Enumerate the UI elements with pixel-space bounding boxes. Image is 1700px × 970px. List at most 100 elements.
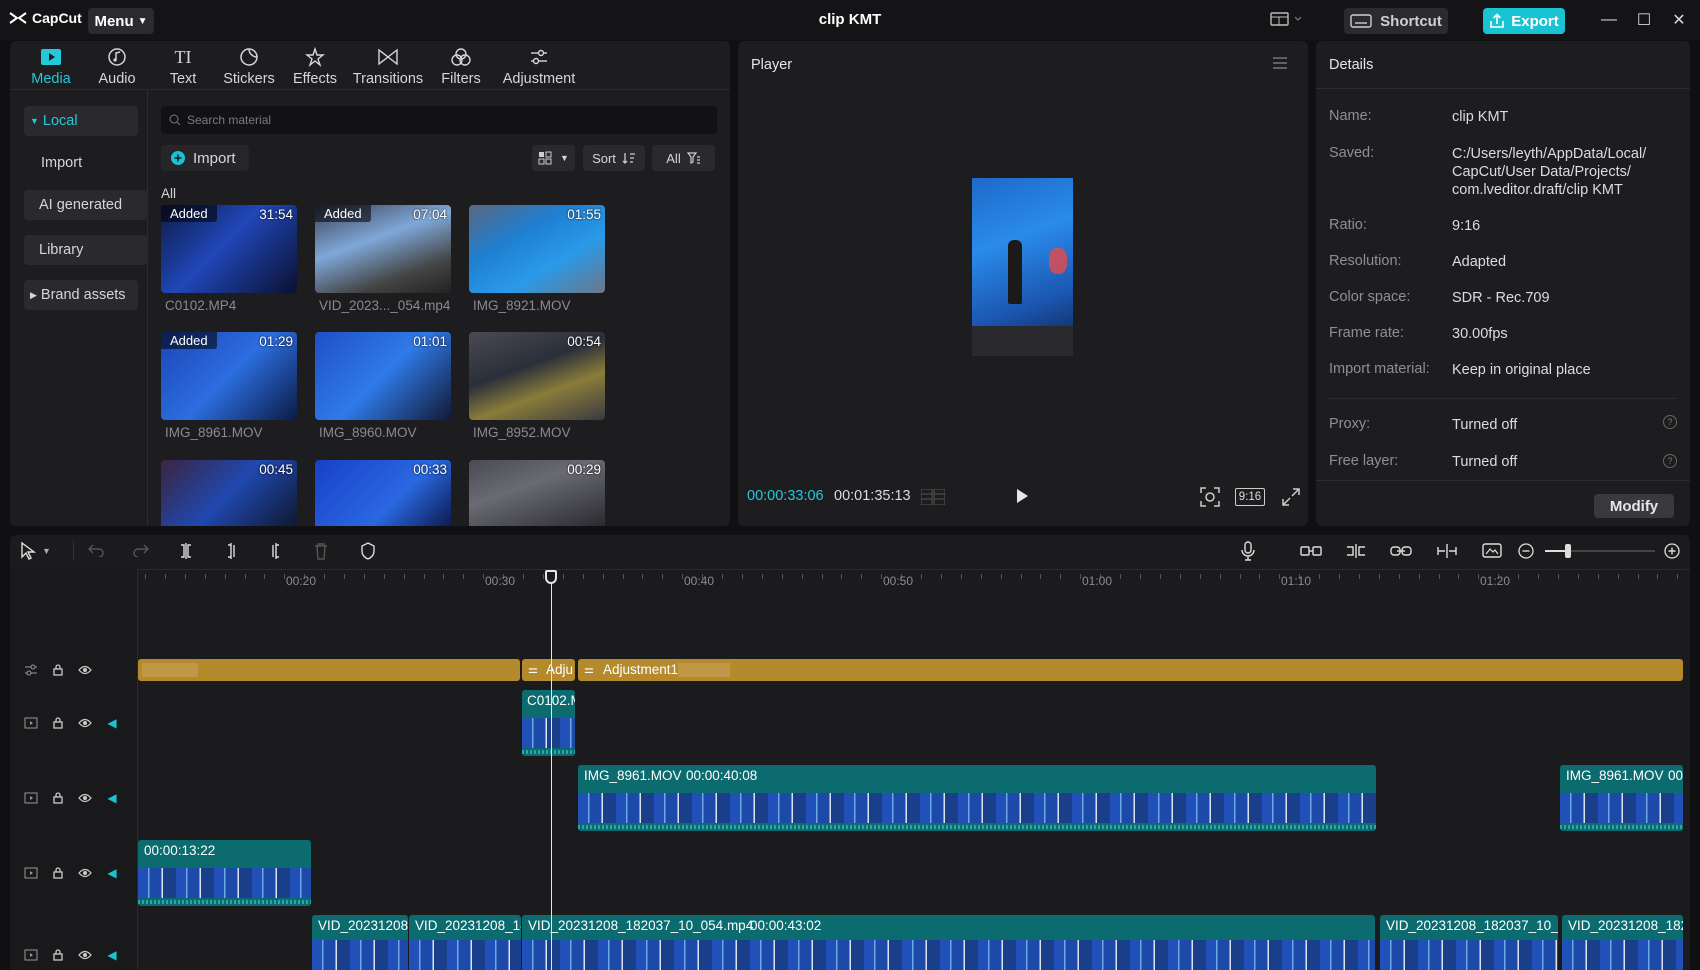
added-badge: Added	[161, 205, 217, 222]
thumb-name: IMG_8960.MOV	[319, 425, 417, 440]
lock-icon[interactable]	[49, 661, 67, 679]
proxy-help-icon[interactable]: ?	[1663, 415, 1677, 429]
eye-icon[interactable]	[76, 661, 94, 679]
zoom-out-icon[interactable]	[1518, 543, 1534, 564]
media-thumb-9[interactable]: 00:29	[469, 460, 605, 526]
media-thumb-c0102[interactable]: Added 31:54	[161, 205, 297, 293]
adjustment-clip-3[interactable]: ⚌ Adjustment1	[578, 659, 1683, 681]
adjustment-clip-2[interactable]: Adju ⚌	[522, 659, 575, 681]
tab-adjustment[interactable]: Adjustment	[494, 41, 584, 89]
minimize-icon[interactable]: —	[1599, 10, 1619, 30]
media-thumb-img8961[interactable]: Added 01:29	[161, 332, 297, 420]
delete-icon[interactable]	[313, 542, 329, 565]
freelayer-help-icon[interactable]: ?	[1663, 454, 1677, 468]
video-clip-img8961-a[interactable]: IMG_8961.MOV 00:00:40:08	[578, 765, 1376, 831]
sidebar-item-brand-assets[interactable]: ▶ Brand assets	[24, 280, 138, 310]
hamburger-menu-icon[interactable]	[1272, 56, 1288, 75]
media-thumb-img8921[interactable]: 01:55	[469, 205, 605, 293]
microphone-icon[interactable]	[1240, 541, 1256, 566]
audio-mute-icon[interactable]: ◀	[103, 789, 121, 807]
video-clip-img8961-b[interactable]: IMG_8961.MOV 00	[1560, 765, 1683, 831]
ratio-button[interactable]: 9:16	[1235, 488, 1265, 506]
media-thumb-img8960[interactable]: 01:01	[315, 332, 451, 420]
sidebar-item-ai-generated[interactable]: AI generated	[24, 190, 147, 220]
stickers-icon	[239, 46, 259, 68]
zoom-in-icon[interactable]	[1664, 543, 1680, 564]
audio-mute-icon[interactable]: ◀	[103, 946, 121, 964]
view-mode-button[interactable]: ▼	[532, 145, 575, 171]
tab-text[interactable]: TI Text	[150, 41, 216, 89]
sort-button[interactable]: Sort	[583, 145, 645, 171]
tab-stickers[interactable]: Stickers	[216, 41, 282, 89]
main-clip-vid3[interactable]: VID_20231208_182037_10_054.mp4 00:00:43:…	[522, 915, 1375, 970]
main-clip-vid2[interactable]: VID_20231208_18	[409, 915, 521, 970]
lock-icon[interactable]	[49, 789, 67, 807]
modify-button[interactable]: Modify	[1594, 494, 1674, 518]
lock-icon[interactable]	[49, 946, 67, 964]
tab-media[interactable]: Media	[18, 41, 84, 89]
sidebar-item-import[interactable]: Import	[24, 148, 149, 178]
main-clip-vid4[interactable]: VID_20231208_182037_10_0	[1380, 915, 1558, 970]
eye-icon[interactable]	[76, 714, 94, 732]
shortcut-button[interactable]: Shortcut	[1344, 8, 1448, 34]
search-input[interactable]: Search material	[161, 106, 717, 134]
shield-icon[interactable]	[360, 542, 376, 565]
sidebar-item-library[interactable]: Library	[24, 235, 147, 265]
maximize-icon[interactable]: ☐	[1634, 10, 1654, 30]
eye-icon[interactable]	[76, 789, 94, 807]
audio-mute-icon[interactable]: ◀	[103, 714, 121, 732]
audio-icon	[107, 46, 127, 68]
playhead-line[interactable]	[551, 570, 552, 970]
linkage-icon[interactable]	[1390, 544, 1412, 563]
video-clip-short[interactable]: 00:00:13:22	[138, 840, 311, 906]
lock-icon[interactable]	[49, 864, 67, 882]
layout-icon[interactable]	[1270, 11, 1306, 32]
tab-transitions[interactable]: Transitions	[348, 41, 428, 89]
magnet-snap-icon[interactable]	[1345, 543, 1367, 564]
import-button[interactable]: Import	[161, 145, 249, 171]
split-icon[interactable]	[178, 542, 194, 565]
filter-all-button[interactable]: All	[652, 145, 715, 171]
timeline-ruler[interactable]	[138, 569, 1690, 593]
player-preview[interactable]	[972, 178, 1073, 356]
fullscreen-icon[interactable]	[1282, 488, 1300, 511]
lock-icon[interactable]	[49, 714, 67, 732]
main-clip-vid1[interactable]: VID_20231208_	[312, 915, 408, 970]
eye-icon[interactable]	[76, 946, 94, 964]
close-icon[interactable]: ✕	[1669, 10, 1689, 30]
tab-audio[interactable]: Audio	[84, 41, 150, 89]
zoom-slider-handle[interactable]	[1565, 544, 1571, 558]
playhead-handle[interactable]	[545, 570, 557, 584]
tab-filters[interactable]: Filters	[428, 41, 494, 89]
play-icon[interactable]	[1015, 488, 1029, 509]
media-thumb-img8952[interactable]: 00:54	[469, 332, 605, 420]
zoom-slider[interactable]	[1545, 544, 1655, 558]
preview-axis-icon[interactable]	[1436, 543, 1458, 564]
adjustment-clip-1[interactable]	[138, 659, 520, 681]
main-clip-vid5[interactable]: VID_20231208_182	[1562, 915, 1683, 970]
image-adjust-icon[interactable]	[1482, 542, 1502, 565]
redo-icon[interactable]	[133, 543, 149, 562]
media-thumb-vid-054[interactable]: Added 07:04	[315, 205, 451, 293]
screenshot-icon[interactable]	[1200, 487, 1220, 512]
media-thumb-8[interactable]: 00:33	[315, 460, 451, 526]
ruler-tick	[264, 574, 265, 579]
sidebar-local-label: Local	[42, 113, 78, 129]
timeline-grid-icon[interactable]	[920, 488, 946, 510]
eye-icon[interactable]	[76, 864, 94, 882]
sidebar-item-local[interactable]: ▼ Local	[24, 106, 138, 136]
undo-icon[interactable]	[88, 543, 104, 562]
tab-effects[interactable]: Effects	[282, 41, 348, 89]
tab-stickers-label: Stickers	[223, 71, 275, 87]
link-main-track-icon[interactable]	[1300, 544, 1322, 563]
audio-mute-icon[interactable]: ◀	[103, 864, 121, 882]
trim-right-icon[interactable]	[268, 542, 284, 565]
ruler-tick	[324, 574, 325, 579]
ruler-tick	[1040, 574, 1041, 579]
media-thumb-7[interactable]: 00:45	[161, 460, 297, 526]
select-tool[interactable]: ▼	[20, 542, 51, 560]
video-clip-c0102[interactable]: C0102.M	[522, 690, 575, 756]
export-button[interactable]: Export	[1483, 8, 1565, 34]
thumb-duration: 00:45	[259, 462, 293, 477]
trim-left-icon[interactable]	[223, 542, 239, 565]
